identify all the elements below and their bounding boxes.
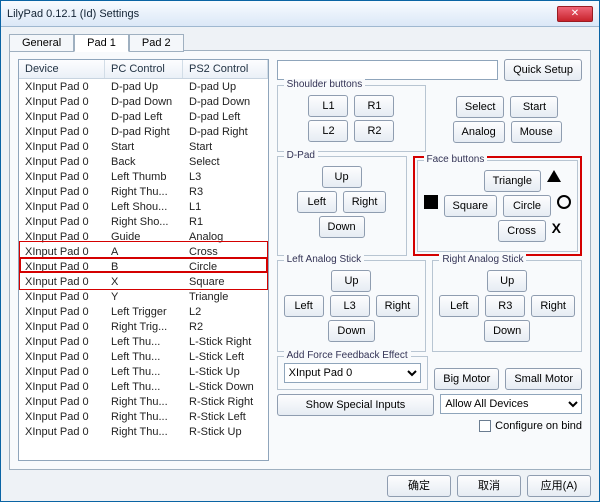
group-misc: Select Start Analog Mouse (432, 85, 582, 152)
btn-mouse[interactable]: Mouse (511, 121, 562, 143)
group-ffb: Add Force Feedback Effect XInput Pad 0 (277, 356, 429, 390)
btn-dpad-left[interactable]: Left (297, 191, 337, 213)
table-row[interactable]: XInput Pad 0Right Sho...R1 (19, 214, 268, 229)
table-row[interactable]: XInput Pad 0Right Trig...R2 (19, 319, 268, 334)
btn-ls-right[interactable]: Right (376, 295, 420, 317)
btn-triangle[interactable]: Triangle (484, 170, 541, 192)
btn-l3[interactable]: L3 (330, 295, 370, 317)
btn-ls-left[interactable]: Left (284, 295, 324, 317)
btn-rs-right[interactable]: Right (531, 295, 575, 317)
btn-rs-down[interactable]: Down (484, 320, 530, 342)
apply-button[interactable]: 应用(A) (527, 475, 591, 497)
settings-window: LilyPad 0.12.1 (Id) Settings ✕ General P… (0, 0, 600, 502)
table-row[interactable]: XInput Pad 0Right Thu...R-Stick Up (19, 424, 268, 439)
group-rstick: Right Analog Stick Up Left R3 Right Down (432, 260, 582, 352)
group-lstick: Left Analog Stick Up Left L3 Right Down (277, 260, 427, 352)
dialog-buttons: 确定 取消 应用(A) (387, 475, 591, 497)
checkbox-icon (479, 420, 491, 432)
btn-small-motor[interactable]: Small Motor (505, 368, 582, 390)
table-row[interactable]: XInput Pad 0StartStart (19, 139, 268, 154)
table-row[interactable]: XInput Pad 0Left Thu...L-Stick Down (19, 379, 268, 394)
table-row[interactable]: XInput Pad 0D-pad LeftD-pad Left (19, 109, 268, 124)
cancel-button[interactable]: 取消 (457, 475, 521, 497)
device-mode-select[interactable]: Allow All Devices (440, 394, 582, 414)
tab-pad2[interactable]: Pad 2 (129, 34, 184, 52)
btn-special-inputs[interactable]: Show Special Inputs (277, 394, 435, 416)
cross-icon: X (552, 220, 561, 242)
table-row[interactable]: XInput Pad 0Left Shou...L1 (19, 199, 268, 214)
tab-strip: General Pad 1 Pad 2 (9, 33, 591, 51)
binding-list[interactable]: Device PC Control PS2 Control XInput Pad… (18, 59, 269, 461)
group-shoulder: Shoulder buttons L1 R1 L2 R2 (277, 85, 427, 152)
list-header: Device PC Control PS2 Control (19, 60, 268, 79)
btn-r1[interactable]: R1 (354, 95, 394, 117)
window-title: LilyPad 0.12.1 (Id) Settings (7, 8, 557, 20)
table-row[interactable]: XInput Pad 0ACross (19, 244, 268, 259)
table-row[interactable]: XInput Pad 0YTriangle (19, 289, 268, 304)
btn-dpad-right[interactable]: Right (343, 191, 387, 213)
btn-r3[interactable]: R3 (485, 295, 525, 317)
table-row[interactable]: XInput Pad 0Left ThumbL3 (19, 169, 268, 184)
square-icon (424, 195, 438, 209)
table-row[interactable]: XInput Pad 0Right Thu...R-Stick Right (19, 394, 268, 409)
btn-l1[interactable]: L1 (308, 95, 348, 117)
table-row[interactable]: XInput Pad 0Left TriggerL2 (19, 304, 268, 319)
col-ps2[interactable]: PS2 Control (183, 60, 268, 78)
table-row[interactable]: XInput Pad 0BCircle (19, 259, 268, 274)
table-row[interactable]: XInput Pad 0Right Thu...R3 (19, 184, 268, 199)
table-row[interactable]: XInput Pad 0D-pad DownD-pad Down (19, 94, 268, 109)
btn-start[interactable]: Start (510, 96, 558, 118)
quick-setup-button[interactable]: Quick Setup (504, 59, 582, 81)
table-row[interactable]: XInput Pad 0Left Thu...L-Stick Left (19, 349, 268, 364)
table-row[interactable]: XInput Pad 0Left Thu...L-Stick Up (19, 364, 268, 379)
circle-icon (557, 195, 571, 209)
face-highlight: Face buttons Triangle Square Circle (413, 156, 582, 256)
table-row[interactable]: XInput Pad 0GuideAnalog (19, 229, 268, 244)
table-row[interactable]: XInput Pad 0BackSelect (19, 154, 268, 169)
btn-r2[interactable]: R2 (354, 120, 394, 142)
ok-button[interactable]: 确定 (387, 475, 451, 497)
col-device[interactable]: Device (19, 60, 105, 78)
btn-cross[interactable]: Cross (498, 220, 546, 242)
table-row[interactable]: XInput Pad 0D-pad UpD-pad Up (19, 79, 268, 94)
group-face: Face buttons Triangle Square Circle (417, 160, 578, 252)
btn-rs-left[interactable]: Left (439, 295, 479, 317)
btn-ls-down[interactable]: Down (328, 320, 374, 342)
btn-square[interactable]: Square (444, 195, 497, 217)
table-row[interactable]: XInput Pad 0Left Thu...L-Stick Right (19, 334, 268, 349)
binding-name-input[interactable] (277, 60, 498, 80)
table-row[interactable]: XInput Pad 0Right Thu...R-Stick Left (19, 409, 268, 424)
configure-on-bind[interactable]: Configure on bind (277, 420, 582, 432)
titlebar: LilyPad 0.12.1 (Id) Settings ✕ (1, 1, 599, 27)
btn-big-motor[interactable]: Big Motor (434, 368, 499, 390)
btn-rs-up[interactable]: Up (487, 270, 527, 292)
triangle-icon (547, 170, 561, 182)
btn-l2[interactable]: L2 (308, 120, 348, 142)
btn-analog[interactable]: Analog (453, 121, 505, 143)
table-row[interactable]: XInput Pad 0XSquare (19, 274, 268, 289)
btn-dpad-up[interactable]: Up (322, 166, 362, 188)
btn-dpad-down[interactable]: Down (319, 216, 365, 238)
tab-general[interactable]: General (9, 34, 74, 52)
tab-pad1[interactable]: Pad 1 (74, 34, 129, 52)
table-row[interactable]: XInput Pad 0D-pad RightD-pad Right (19, 124, 268, 139)
close-button[interactable]: ✕ (557, 6, 593, 22)
btn-circle[interactable]: Circle (503, 195, 551, 217)
col-pc[interactable]: PC Control (105, 60, 183, 78)
group-dpad: D-Pad Up Left Right Down (277, 156, 407, 256)
ffb-device-select[interactable]: XInput Pad 0 (284, 363, 422, 383)
tab-page: Device PC Control PS2 Control XInput Pad… (9, 50, 591, 470)
btn-select[interactable]: Select (456, 96, 505, 118)
btn-ls-up[interactable]: Up (331, 270, 371, 292)
